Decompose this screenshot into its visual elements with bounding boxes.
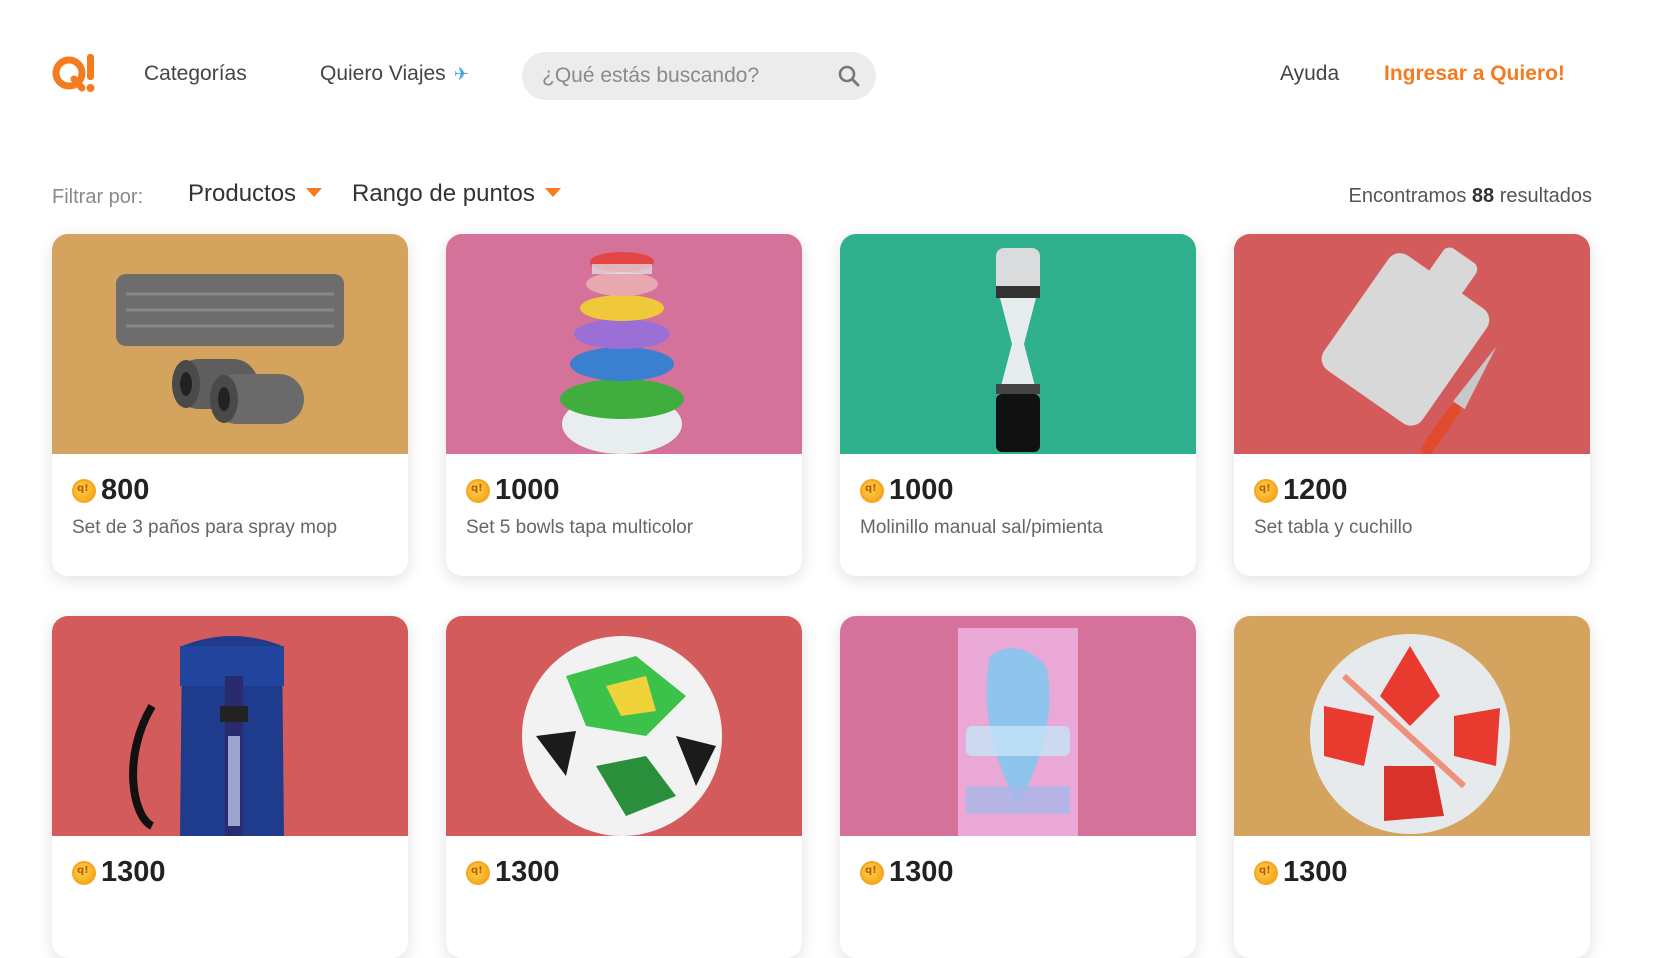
- airplane-icon: ✈: [453, 64, 469, 84]
- mop-pads-image: [52, 234, 408, 454]
- product-price: 1000: [495, 474, 560, 506]
- login-link[interactable]: Ingresar a Quiero!: [1384, 62, 1565, 86]
- price-row: 1000: [860, 474, 1103, 507]
- points-coin-icon: [72, 478, 96, 503]
- filter-label: Filtrar por:: [52, 186, 144, 208]
- points-coin-icon: [466, 860, 490, 885]
- price-row: 1300: [1254, 856, 1348, 889]
- product-card[interactable]: 1300: [52, 616, 408, 958]
- price-row: 1200: [1254, 474, 1412, 507]
- points-coin-icon: [1254, 478, 1278, 503]
- nav-categorias-link[interactable]: Categorías: [144, 62, 247, 86]
- product-price: 1300: [889, 856, 954, 888]
- points-coin-icon: [72, 860, 96, 885]
- card-body: 1300: [1254, 856, 1348, 899]
- card-body: 1000 Set 5 bowls tapa multicolor: [466, 474, 693, 539]
- card-body: 1000 Molinillo manual sal/pimienta: [860, 474, 1103, 539]
- caret-down-icon: [544, 188, 561, 198]
- points-coin-icon: [860, 860, 884, 885]
- search-input[interactable]: [542, 52, 822, 100]
- product-price: 1000: [889, 474, 954, 506]
- nav-viajes-label: Quiero Viajes: [320, 62, 446, 85]
- cutting-board-image: [1234, 234, 1590, 454]
- nav-ayuda-link[interactable]: Ayuda: [1280, 62, 1339, 86]
- product-card[interactable]: 1200 Set tabla y cuchillo: [1234, 234, 1590, 576]
- product-card[interactable]: 800 Set de 3 paños para spray mop: [52, 234, 408, 576]
- results-suffix: resultados: [1499, 185, 1592, 207]
- points-coin-icon: [466, 478, 490, 503]
- product-card[interactable]: 1300: [1234, 616, 1590, 958]
- card-body: 800 Set de 3 paños para spray mop: [72, 474, 337, 539]
- product-name: Set de 3 paños para spray mop: [72, 517, 338, 538]
- search-box: [522, 52, 876, 100]
- product-card[interactable]: 1000 Set 5 bowls tapa multicolor: [446, 234, 802, 576]
- price-row: 1300: [72, 856, 166, 889]
- soccer-ball-green-image: [446, 616, 802, 836]
- card-body: 1300: [860, 856, 954, 899]
- points-range-dropdown[interactable]: Rango de puntos: [352, 180, 561, 208]
- price-row: 1300: [466, 856, 560, 889]
- grinder-image: [840, 234, 1196, 454]
- site-header: Categorías Quiero Viajes ✈ Ayuda Ingresar…: [0, 0, 1668, 150]
- points-coin-icon: [860, 478, 884, 503]
- price-row: 1000: [466, 474, 693, 507]
- product-card[interactable]: 1300: [446, 616, 802, 958]
- product-price: 1300: [101, 856, 166, 888]
- product-price: 1300: [1283, 856, 1348, 888]
- product-name: Set 5 bowls tapa multicolor: [466, 517, 694, 538]
- bowls-image: [446, 234, 802, 454]
- results-number: 88: [1471, 185, 1495, 207]
- points-coin-icon: [1254, 860, 1278, 885]
- price-row: 1300: [860, 856, 954, 889]
- nav-quiero-viajes-link[interactable]: Quiero Viajes ✈: [320, 62, 469, 86]
- product-price: 1200: [1283, 474, 1348, 506]
- product-price: 1300: [495, 856, 560, 888]
- results-count: Encontramos 88 resultados: [1349, 185, 1593, 208]
- card-body: 1300: [466, 856, 560, 899]
- points-range-dropdown-label: Rango de puntos: [352, 180, 535, 207]
- results-prefix: Encontramos: [1348, 185, 1467, 207]
- price-row: 800: [72, 474, 337, 507]
- caret-down-icon: [306, 188, 323, 198]
- product-price: 800: [101, 474, 150, 506]
- search-icon[interactable]: [837, 64, 861, 88]
- filter-bar: Filtrar por: Productos Rango de puntos E…: [52, 180, 1592, 220]
- bag-image: [52, 616, 408, 836]
- product-name: Set tabla y cuchillo: [1254, 517, 1413, 538]
- product-name: Molinillo manual sal/pimienta: [860, 517, 1103, 538]
- soccer-ball-red-image: [1234, 616, 1590, 836]
- card-body: 1200 Set tabla y cuchillo: [1254, 474, 1412, 539]
- quiero-logo[interactable]: [52, 52, 96, 96]
- towel-image: [840, 616, 1196, 836]
- product-card[interactable]: 1000 Molinillo manual sal/pimienta: [840, 234, 1196, 576]
- products-dropdown[interactable]: Productos: [188, 180, 323, 208]
- card-body: 1300: [72, 856, 166, 899]
- product-card[interactable]: 1300: [840, 616, 1196, 958]
- products-dropdown-label: Productos: [188, 180, 297, 207]
